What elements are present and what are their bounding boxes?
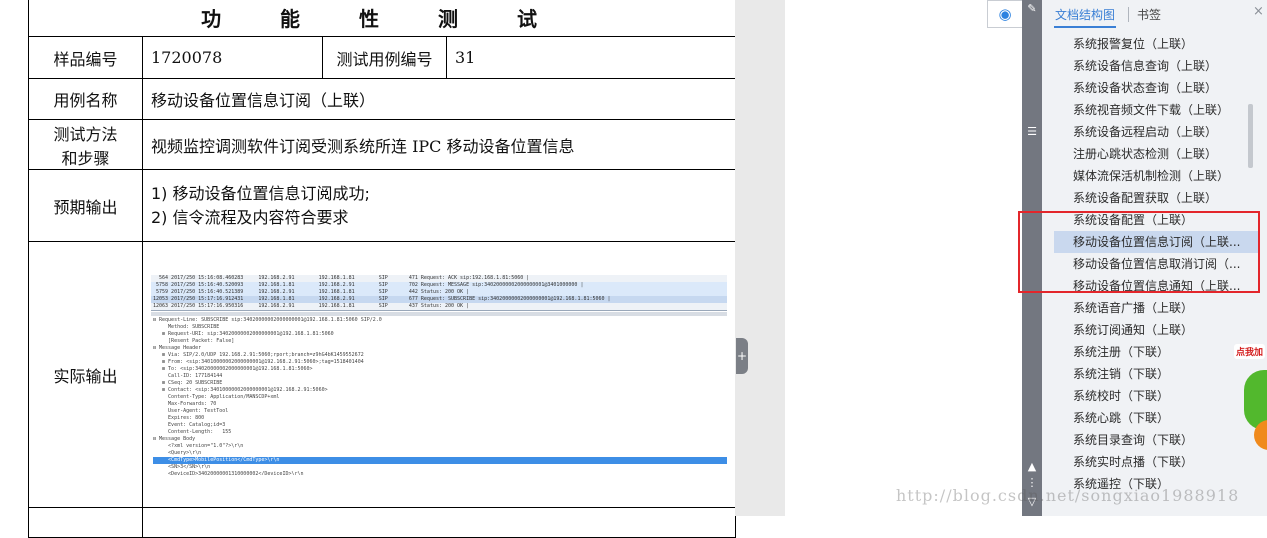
blog-watermark: http://blog.csdn.net/songxiao1988918 <box>896 486 1240 505</box>
method-label: 测试方法 和步骤 <box>28 119 143 170</box>
outline-item[interactable]: 注册心跳状态检测（上联） <box>1054 143 1259 165</box>
packet-detail-tree: ⊟ Request-Line: SUBSCRIBE sip:3402000000… <box>151 317 727 475</box>
detail-tree-line[interactable]: [Resent Packet: False] <box>153 338 727 345</box>
tab-bookmark[interactable]: 书签 <box>1137 6 1161 23</box>
detail-tree-line[interactable]: ⊟ Request-Line: SUBSCRIBE sip:3402000000… <box>153 317 727 324</box>
outline-scrollbar[interactable] <box>1248 104 1253 168</box>
expected-value[interactable]: 1) 移动设备位置信息订阅成功; 2) 信令流程及内容符合要求 <box>141 169 737 242</box>
detail-tree-line[interactable]: ⊞ To: <sip:34020000002000000001@192.168.… <box>153 366 727 373</box>
tab-divider <box>1128 7 1129 22</box>
red-annotation-box <box>1018 211 1260 293</box>
outline-item[interactable]: 系统设备状态查询（上联） <box>1054 77 1259 99</box>
next-row-value <box>141 507 737 538</box>
expected-label: 预期输出 <box>28 169 143 242</box>
expand-handle-icon[interactable]: + <box>736 338 748 374</box>
method-label-line-2: 和步骤 <box>61 148 110 168</box>
detail-tree-line[interactable]: Call-ID: 177184144 <box>153 373 727 380</box>
outline-item[interactable]: 系统设备配置获取（上联） <box>1054 187 1259 209</box>
outline-item[interactable]: 系统心跳（下联） <box>1054 407 1259 429</box>
table-title: 功 能 性 测 试 <box>27 0 737 37</box>
method-label-line-1: 测试方法 <box>53 124 118 144</box>
outline-item[interactable]: 媒体流保活机制检测（上联） <box>1054 165 1259 187</box>
outline-item[interactable]: 系统目录查询（下联） <box>1054 429 1259 451</box>
detail-tree-line[interactable]: ⊞ CSeq: 20 SUBSCRIBE <box>153 380 727 387</box>
detail-tree-line[interactable]: ⊟ Message Body <box>153 436 727 443</box>
packet-row[interactable]: 5759 2017/250 15:16:40.521389 192.168.2.… <box>151 288 727 296</box>
triangle-up-icon[interactable]: ▲ <box>1025 460 1039 474</box>
packet-row[interactable]: 564 2017/250 15:16:08.460283 192.168.2.9… <box>151 275 727 282</box>
case-name-label: 用例名称 <box>28 78 143 120</box>
detail-tree-line[interactable]: <Query>\r\n <box>153 450 727 457</box>
outline-item[interactable]: 系统视音频文件下载（上联） <box>1054 99 1259 121</box>
detail-tree-line[interactable]: ⊞ Contact: <sip:34010000002000000001@192… <box>153 387 727 394</box>
promo-widget[interactable]: 点我加 <box>1232 340 1267 450</box>
detail-tree-line[interactable]: ⊞ Request-URI: sip:34020000002000000001@… <box>153 331 727 338</box>
actual-value[interactable]: 564 2017/250 15:16:08.460283 192.168.2.9… <box>141 241 737 508</box>
detail-tree-line[interactable]: <SN>3</SN>\r\n <box>153 464 727 471</box>
packet-row[interactable]: 12053 2017/250 15:17:16.912431 192.168.1… <box>151 295 727 303</box>
detail-tree-line[interactable]: <DeviceID>34020000001310000002</DeviceID… <box>153 471 727 475</box>
outline-item[interactable]: 系统语音广播（上联） <box>1054 297 1259 319</box>
outline-item[interactable]: 系统实时点播（下联） <box>1054 451 1259 473</box>
tab-document-outline[interactable]: 文档结构图 <box>1055 6 1115 23</box>
next-row-label <box>28 507 143 538</box>
sample-no-label: 样品编号 <box>28 36 143 79</box>
detail-tree-line[interactable]: Max-Forwards: 70 <box>153 401 727 408</box>
outline-item[interactable]: 系统设备信息查询（上联） <box>1054 55 1259 77</box>
detail-tree-line[interactable]: Content-Type: Application/MANSCDP+xml <box>153 394 727 401</box>
expected-item-2: 2) 信令流程及内容符合要求 <box>151 207 349 227</box>
packet-capture-screenshot: 564 2017/250 15:16:08.460283 192.168.2.9… <box>151 274 727 475</box>
detail-tree-line[interactable]: <?xml version="1.0"?>\r\n <box>153 443 727 450</box>
detail-tree-line[interactable]: <CmdType>MobilePosition</CmdType>\r\n <box>153 456 727 464</box>
packet-row[interactable]: 12063 2017/250 15:17:16.950316 192.168.2… <box>151 303 727 310</box>
document-page: 功 能 性 测 试 样品编号 1720078 测试用例编号 31 用例名称 移动… <box>0 0 785 538</box>
close-icon[interactable]: × <box>1253 4 1264 19</box>
detail-tree-line[interactable]: Expires: 800 <box>153 415 727 422</box>
outline-item[interactable]: 系统校时（下联） <box>1054 385 1259 407</box>
case-no-label: 测试用例编号 <box>322 36 447 79</box>
outline-tabs: 文档结构图 书签 × <box>1042 0 1267 30</box>
location-pin-icon[interactable]: ◉ <box>987 0 1023 28</box>
actual-label: 实际输出 <box>28 241 143 508</box>
list-view-icon[interactable]: ☰ <box>1025 125 1039 139</box>
outline-item[interactable]: 系统报警复位（上联） <box>1054 33 1259 55</box>
method-value[interactable]: 视频监控调测软件订阅受测系统所连 IPC 移动设备位置信息 <box>141 119 737 170</box>
case-no-value[interactable]: 31 <box>445 36 737 79</box>
detail-tree-line[interactable]: Content-Length: 155 <box>153 429 727 436</box>
active-tab-underline <box>1054 26 1116 28</box>
detail-tree-line[interactable]: ⊞ From: <sip:34010000002000000001@192.16… <box>153 359 727 366</box>
edit-icon[interactable]: ✎ <box>1025 2 1039 16</box>
detail-tree-line[interactable]: Method: SUBSCRIBE <box>153 324 727 331</box>
expected-item-1: 1) 移动设备位置信息订阅成功; <box>151 183 370 203</box>
outline-item[interactable]: 系统注销（下联） <box>1054 363 1259 385</box>
promo-label: 点我加 <box>1234 344 1266 359</box>
packet-list: 564 2017/250 15:16:08.460283 192.168.2.9… <box>151 274 727 311</box>
packet-row[interactable]: 5758 2017/250 15:16:40.520093 192.168.1.… <box>151 281 727 289</box>
capture-scrollbar <box>151 311 727 316</box>
detail-tree-line[interactable]: ⊟ Message Header <box>153 345 727 352</box>
detail-tree-line[interactable]: ⊞ Via: SIP/2.0/UDP 192.168.2.91:5060;rpo… <box>153 352 727 359</box>
outline-item[interactable]: 系统订阅通知（上联） <box>1054 319 1259 341</box>
page-gutter <box>735 0 785 516</box>
case-name-value[interactable]: 移动设备位置信息订阅（上联） <box>141 78 737 120</box>
sample-no-value[interactable]: 1720078 <box>142 36 323 79</box>
functional-test-table: 功 能 性 测 试 样品编号 1720078 测试用例编号 31 用例名称 移动… <box>27 0 737 538</box>
outline-item[interactable]: 系统设备远程启动（上联） <box>1054 121 1259 143</box>
detail-tree-line[interactable]: User-Agent: TestTool <box>153 408 727 415</box>
detail-tree-line[interactable]: Event: Catalog;id=3 <box>153 422 727 429</box>
outline-item[interactable]: 系统注册（下联） <box>1054 341 1259 363</box>
